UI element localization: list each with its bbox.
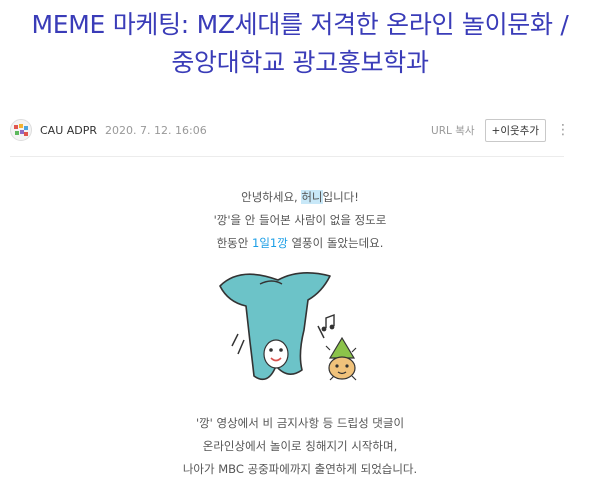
author-name[interactable]: CAU ADPR (40, 124, 97, 137)
music-note-icon (321, 313, 335, 332)
post-title-line-2: 중앙대학교 광고홍보학과 (171, 48, 429, 77)
small-character (325, 336, 357, 381)
intro-line-1-text: 안녕하세요, (241, 190, 302, 204)
highlighted-name: 허니 (301, 190, 323, 204)
post-meta-bar: CAU ADPR 2020. 7. 12. 16:06 URL 복사 +이웃추가… (10, 118, 570, 142)
avatar-icon (10, 119, 32, 141)
intro-line-2: '깡'을 안 들어본 사람이 없을 정도로 (213, 213, 387, 227)
story-line-1: '깡' 영상에서 비 금지사항 등 드립성 댓글이 (195, 416, 405, 430)
post-date: 2020. 7. 12. 16:06 (105, 123, 207, 137)
intro-line-1: 안녕하세요, 허니입니다! (0, 186, 600, 209)
story-paragraph: '깡' 영상에서 비 금지사항 등 드립성 댓글이 온라인상에서 놀이로 칭해지… (0, 412, 600, 481)
more-options-icon[interactable]: ⋮ (556, 122, 570, 138)
intro-paragraph: 안녕하세요, 허니입니다! '깡'을 안 들어본 사람이 없을 정도로 한동안 … (0, 186, 600, 255)
post-title-line-1: MEME 마케팅: MZ세대를 저격한 온라인 놀이문화 / (31, 10, 569, 39)
teal-character (219, 272, 331, 381)
intro-line-1-end: 입니다! (322, 190, 359, 204)
intro-line-3-end: 열풍이 돌았는데요. (287, 236, 384, 250)
url-copy-button[interactable]: URL 복사 (431, 123, 475, 138)
story-line-3: 나아가 MBC 공중파에까지 출연하게 되었습니다. (182, 462, 418, 476)
add-neighbor-button[interactable]: +이웃추가 (484, 118, 546, 142)
blog-avatar[interactable] (10, 119, 32, 141)
blue-keyword: 1일1깡 (252, 236, 288, 250)
intro-line-3: 한동안 1일1깡 열풍이 돌았는데요. (0, 232, 600, 255)
post-title: MEME 마케팅: MZ세대를 저격한 온라인 놀이문화 / 중앙대학교 광고홍… (0, 6, 600, 82)
character-illustration (219, 272, 357, 381)
meta-divider (10, 156, 564, 157)
intro-line-3-text: 한동안 (216, 236, 252, 250)
story-line-2: 온라인상에서 놀이로 칭해지기 시작하며, (202, 439, 398, 453)
